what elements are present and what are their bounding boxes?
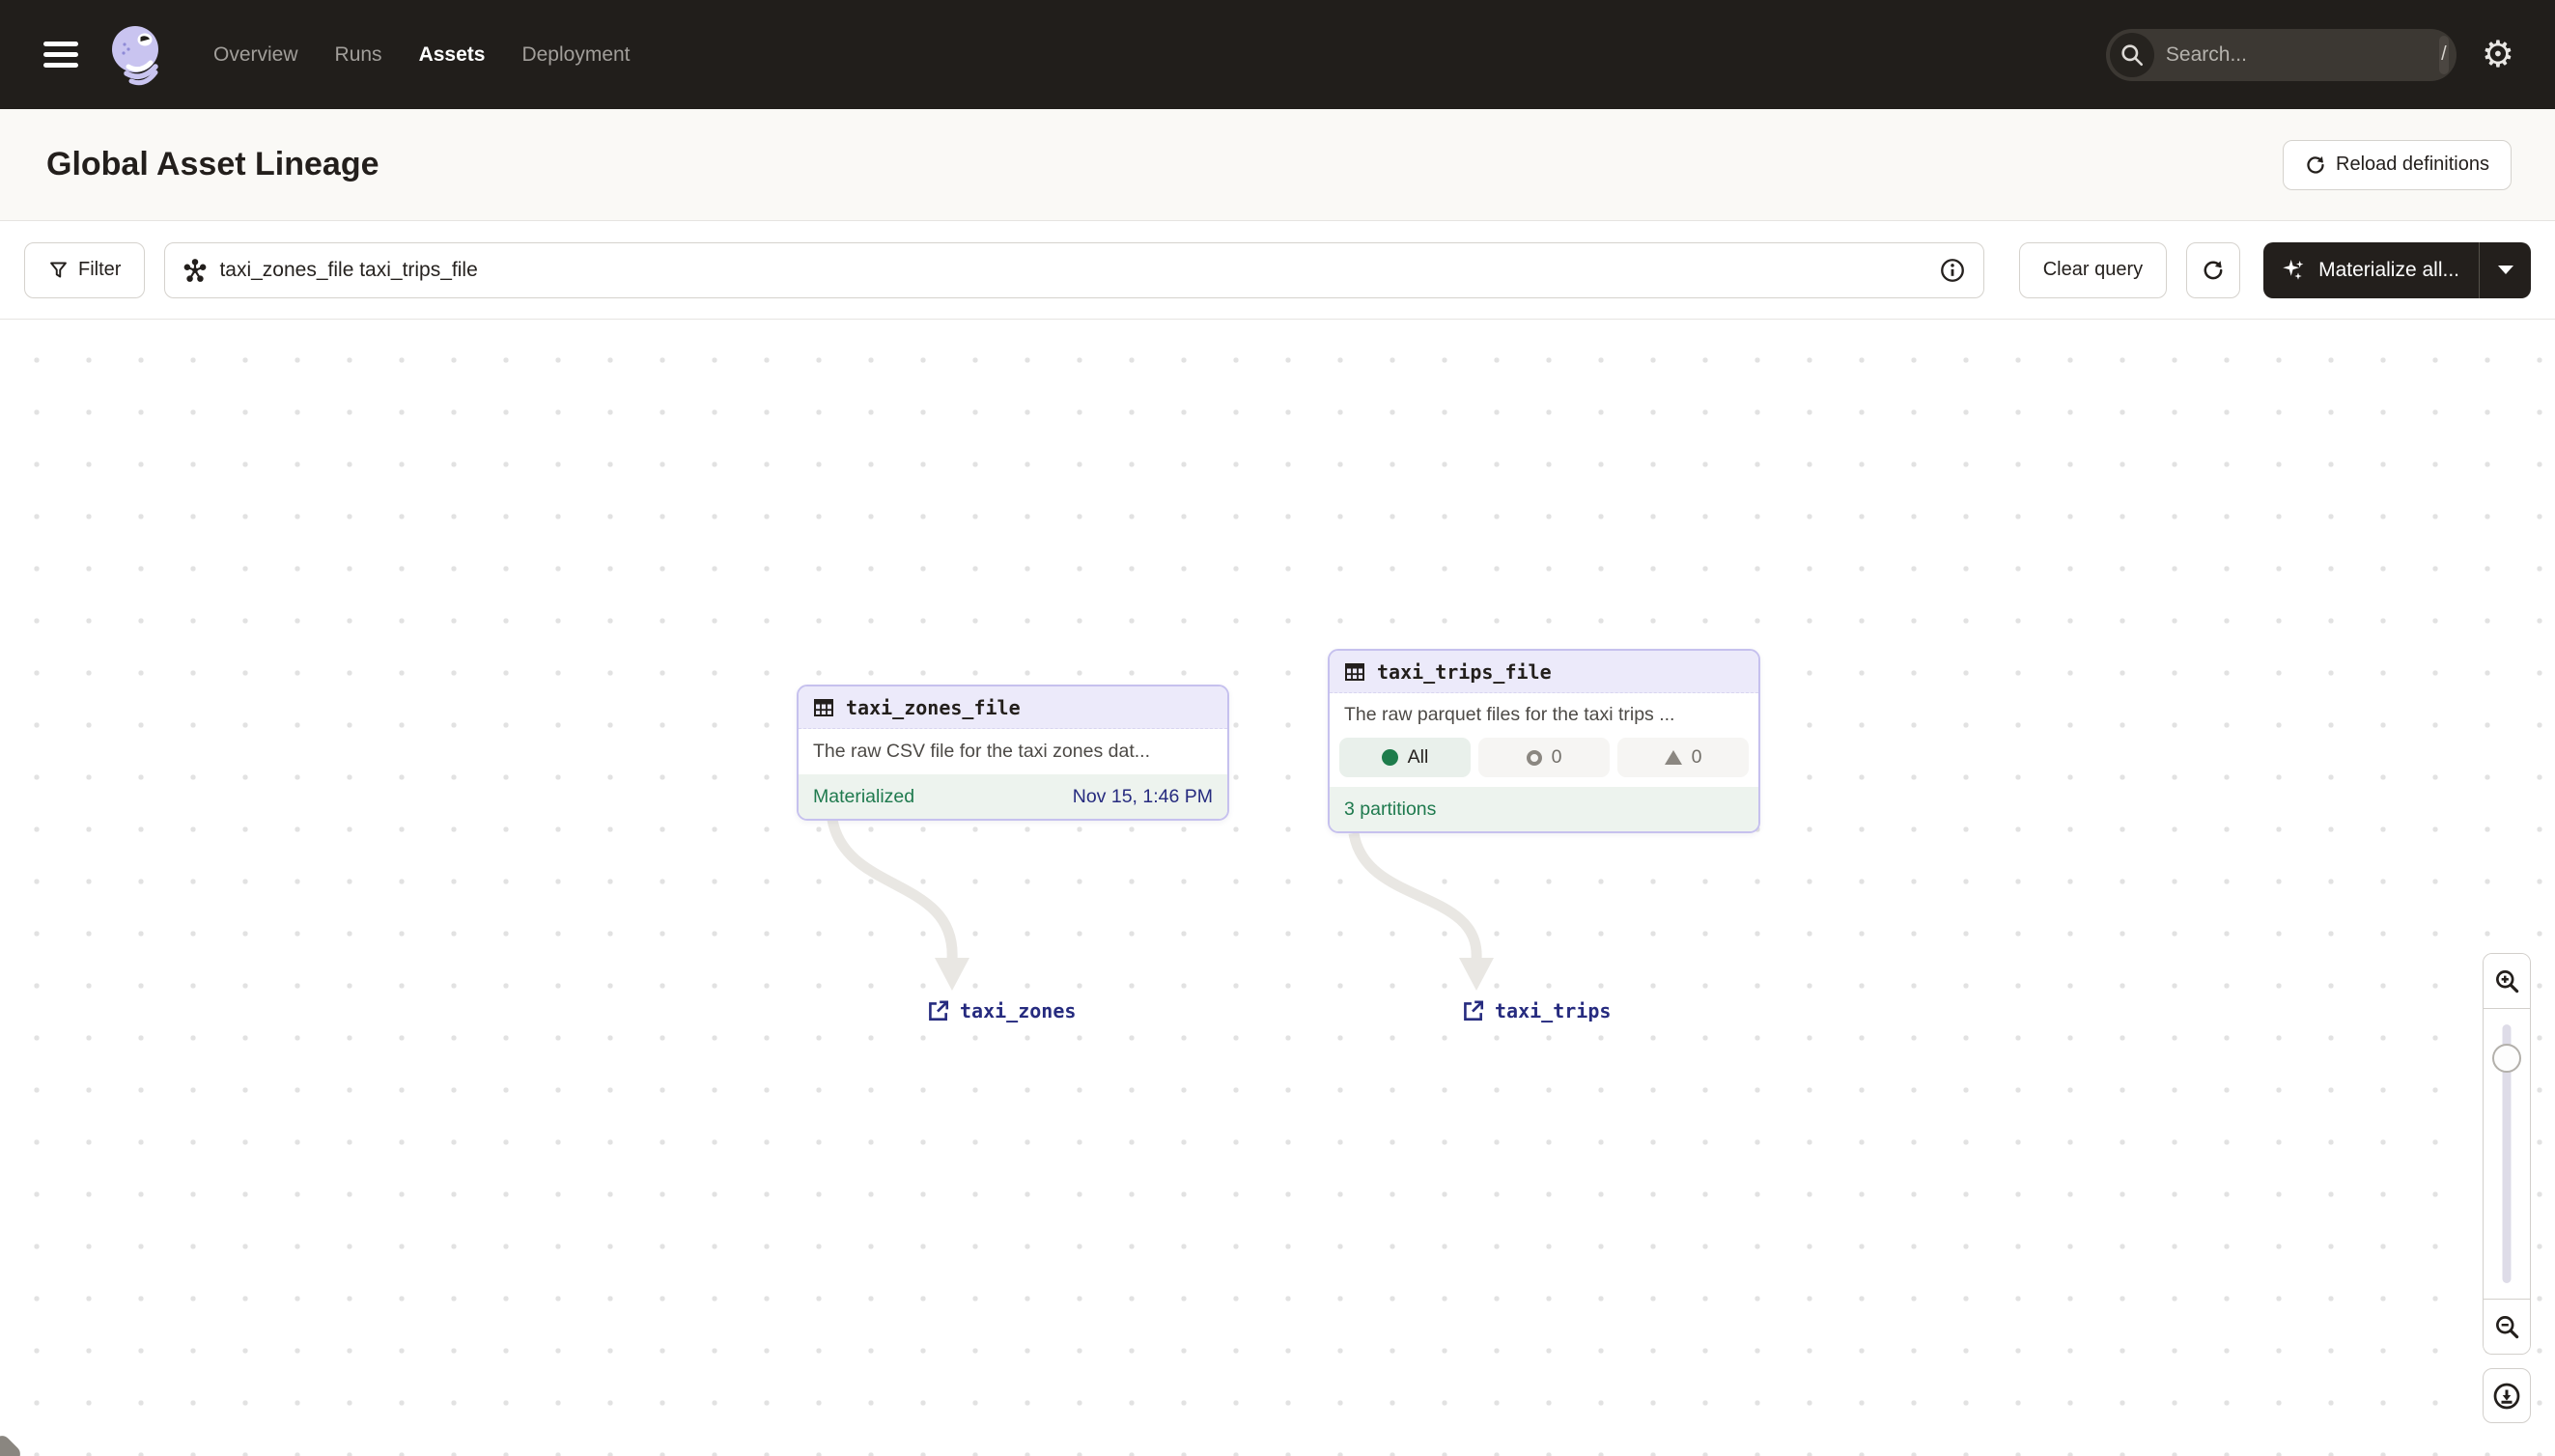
clear-query-button[interactable]: Clear query [2018, 241, 2168, 298]
lineage-toolbar: Filter Clear query Materialize all... [0, 221, 2555, 320]
search-shortcut-badge: / [2438, 35, 2449, 74]
download-icon [2493, 1383, 2520, 1409]
search-icon [2109, 32, 2154, 77]
zoom-slider[interactable] [2484, 1009, 2530, 1299]
top-navbar: Overview Runs Assets Deployment / ⚙ [0, 0, 2555, 109]
table-icon [814, 698, 833, 716]
partitions-materialized-pill[interactable]: All [1339, 738, 1471, 777]
downstream-link-taxi-trips[interactable]: taxi_trips [1460, 998, 1611, 1023]
materialized-timestamp[interactable]: Nov 15, 1:46 PM [1073, 786, 1213, 808]
nav-item-deployment[interactable]: Deployment [521, 43, 630, 67]
failed-triangle-icon [1664, 750, 1682, 765]
partitions-count: 3 partitions [1344, 798, 1437, 820]
materialized-status: Materialized [813, 785, 915, 807]
asset-graph-icon [184, 258, 207, 282]
asset-description: The raw CSV file for the taxi zones dat.… [813, 741, 1150, 762]
page-header: Global Asset Lineage Reload definitions [0, 109, 2555, 221]
info-icon[interactable] [1939, 257, 1966, 284]
external-link-icon [1464, 1000, 1484, 1021]
refresh-icon [2204, 260, 2223, 279]
missing-ring-icon [1526, 749, 1542, 766]
main-nav: Overview Runs Assets Deployment [213, 43, 631, 67]
nav-item-assets[interactable]: Assets [419, 43, 486, 67]
materialize-all-button[interactable]: Materialize all... [2263, 242, 2479, 298]
refresh-button[interactable] [2186, 241, 2241, 298]
table-icon [1345, 662, 1364, 681]
dagster-logo[interactable] [105, 23, 169, 87]
asset-status-footer: Materialized Nov 15, 1:46 PM [799, 774, 1227, 819]
zoom-out-button[interactable] [2484, 1299, 2530, 1354]
search-input[interactable] [2153, 42, 2439, 67]
nav-item-overview[interactable]: Overview [213, 43, 298, 67]
reload-icon [2307, 155, 2324, 174]
partitions-failed-pill[interactable]: 0 [1617, 738, 1749, 777]
asset-node-header: taxi_trips_file [1330, 651, 1758, 693]
asset-query-box[interactable] [164, 241, 1984, 298]
asset-node-taxi-trips-file[interactable]: taxi_trips_file The raw parquet files fo… [1328, 649, 1760, 833]
external-link-icon [929, 1000, 949, 1021]
page-title: Global Asset Lineage [46, 146, 379, 182]
materialize-all-split-button: Materialize all... [2263, 241, 2531, 298]
asset-query-input[interactable] [219, 258, 1927, 282]
partition-status-pills: All 0 0 [1330, 736, 1758, 787]
materialized-dot-icon [1381, 749, 1398, 766]
zoom-in-button[interactable] [2484, 954, 2530, 1009]
asset-name: taxi_zones_file [846, 695, 1021, 719]
materialize-options-button[interactable] [2479, 241, 2531, 298]
zoom-out-icon [2495, 1315, 2518, 1338]
downstream-link-taxi-zones[interactable]: taxi_zones [925, 998, 1076, 1023]
sparkles-icon [2283, 259, 2304, 280]
caret-down-icon [2497, 266, 2513, 274]
asset-name: taxi_trips_file [1377, 659, 1552, 684]
asset-node-taxi-zones-file[interactable]: taxi_zones_file The raw CSV file for the… [797, 685, 1229, 821]
zoom-in-icon [2495, 969, 2518, 993]
funnel-icon [50, 262, 67, 278]
zoom-slider-thumb[interactable] [2492, 1044, 2521, 1073]
filter-button[interactable]: Filter [24, 241, 146, 298]
asset-description: The raw parquet files for the taxi trips… [1344, 703, 1675, 725]
lineage-edges [827, 818, 1494, 991]
menu-hamburger-icon[interactable] [43, 42, 78, 68]
zoom-controls [2483, 953, 2531, 1423]
settings-gear-icon[interactable]: ⚙ [2482, 37, 2514, 73]
asset-node-header: taxi_zones_file [799, 686, 1227, 729]
nav-item-runs[interactable]: Runs [335, 43, 382, 67]
global-search[interactable]: / [2105, 28, 2457, 81]
lineage-canvas[interactable]: taxi_zones_file The raw CSV file for the… [0, 321, 2555, 1456]
asset-partitions-footer: 3 partitions [1330, 787, 1758, 831]
reload-definitions-button[interactable]: Reload definitions [2283, 139, 2512, 190]
partitions-missing-pill[interactable]: 0 [1478, 738, 1610, 777]
download-view-button[interactable] [2483, 1368, 2531, 1423]
